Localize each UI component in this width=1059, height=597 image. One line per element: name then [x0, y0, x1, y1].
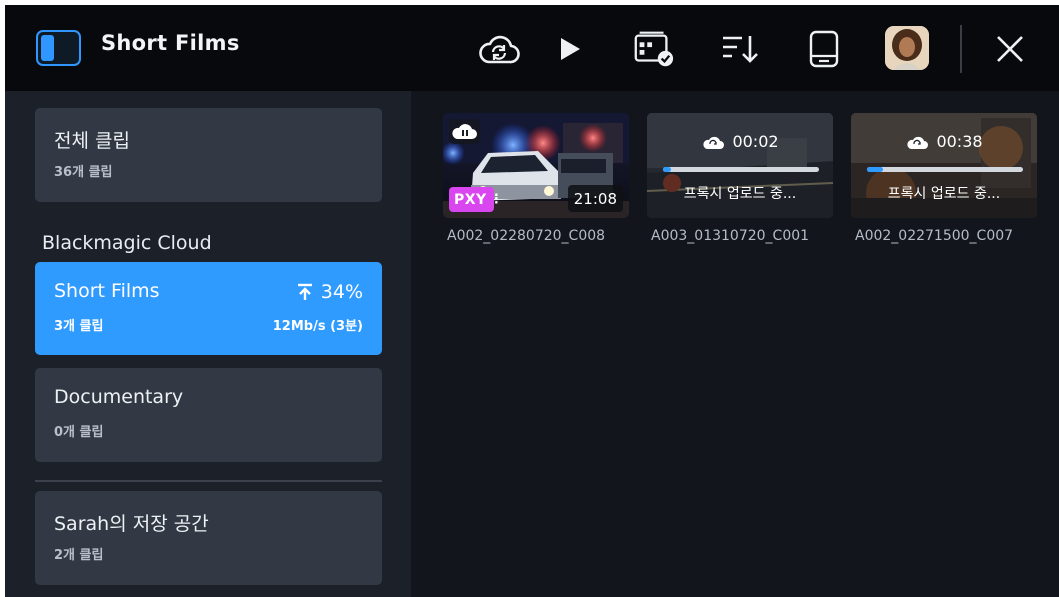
sort-icon[interactable] — [718, 27, 762, 71]
upload-status-text: 프록시 업로드 중... — [683, 186, 797, 202]
top-bar: Short Films — [5, 5, 1059, 91]
all-clips-card[interactable]: 전체 클립 36개 클립 — [35, 108, 382, 202]
project-name: Short Films — [54, 280, 160, 302]
proxy-badge-label: PXY — [454, 191, 487, 208]
upload-progress-fill — [867, 167, 883, 172]
clip-grid: PXY ⋮ 21:08 A002_02280720_C008 00:02 프록시… — [411, 91, 1059, 597]
cloud-sync-icon — [703, 136, 725, 149]
pause-cloud-badge — [449, 119, 480, 144]
upload-percent: 34% — [320, 281, 363, 303]
all-clips-label: 전체 클립 — [54, 130, 130, 152]
avatar[interactable] — [885, 26, 929, 70]
section-heading-cloud: Blackmagic Cloud — [42, 232, 212, 254]
upload-status: 34% — [297, 281, 363, 303]
close-icon[interactable] — [988, 27, 1032, 71]
storage-name: Sarah의 저장 공간 — [54, 513, 209, 535]
all-clips-count: 36개 클립 — [54, 165, 113, 180]
project-count: 3개 클립 — [54, 319, 104, 334]
page-title: Short Films — [101, 31, 240, 55]
sidebar: 전체 클립 36개 클립 Blackmagic Cloud Short Film… — [5, 91, 411, 597]
toolbar-divider — [960, 25, 962, 73]
upload-status-text: 프록시 업로드 중... — [887, 186, 1001, 202]
sidebar-divider — [35, 480, 382, 482]
cloud-sync-icon — [907, 136, 929, 149]
play-icon[interactable] — [548, 27, 592, 71]
storage-drive-icon[interactable] — [802, 27, 846, 71]
sidebar-toggle-icon[interactable] — [36, 30, 81, 66]
remaining-time: 00:02 — [732, 132, 779, 151]
upload-arrow-icon — [297, 283, 312, 300]
upload-progress-fill — [663, 167, 671, 172]
proxy-badge: PXY ⋮ — [449, 187, 503, 212]
clip-name: A002_02271500_C007 — [855, 228, 1014, 244]
clip-thumbnail[interactable]: 00:02 프록시 업로드 중... — [647, 113, 833, 218]
storage-count: 2개 클립 — [54, 548, 104, 563]
clip-thumbnail[interactable]: PXY ⋮ 21:08 — [443, 113, 629, 218]
clip-name: A003_01310720_C001 — [651, 228, 810, 244]
upload-progress-bar — [867, 167, 1023, 172]
upload-time-remaining: 00:02 — [647, 132, 833, 151]
media-card-check-icon[interactable] — [631, 27, 675, 71]
app-screen: Short Films 전체 클립 36개 클립 Blackmagic Clou… — [5, 5, 1059, 597]
cloud-sync-icon[interactable] — [477, 27, 521, 71]
remaining-time: 00:38 — [936, 132, 983, 151]
clip-thumbnail[interactable]: 00:38 프록시 업로드 중... — [851, 113, 1037, 218]
project-short-films[interactable]: Short Films 34% 3개 클립 12Mb/s (3분) — [35, 262, 382, 355]
upload-progress-bar — [663, 167, 819, 172]
clip-name: A002_02280720_C008 — [447, 228, 606, 244]
upload-time-remaining: 00:38 — [851, 132, 1037, 151]
clip-duration: 21:08 — [567, 185, 623, 212]
upload-rate: 12Mb/s (3분) — [272, 319, 363, 334]
project-name: Documentary — [54, 386, 184, 408]
project-count: 0개 클립 — [54, 425, 104, 440]
local-storage-card[interactable]: Sarah의 저장 공간 2개 클립 — [35, 491, 382, 585]
project-documentary[interactable]: Documentary 0개 클립 — [35, 368, 382, 462]
